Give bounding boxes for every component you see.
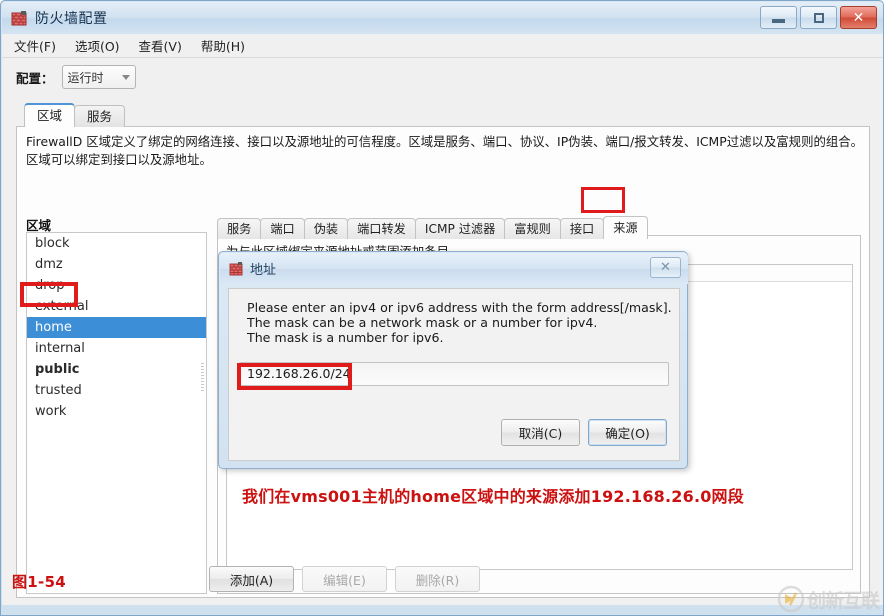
tab-interfaces[interactable]: 接口	[559, 218, 605, 239]
watermark: 创新互联	[777, 585, 880, 613]
firewall-brick-icon	[11, 10, 28, 27]
zone-item-trusted[interactable]: trusted	[27, 380, 206, 401]
zone-item-internal[interactable]: internal	[27, 338, 206, 359]
zone-detail-tab-bar: 服务 端口 伪装 端口转发 ICMP 过滤器 富规则 接口 来源	[217, 215, 648, 239]
address-input[interactable]: 192.168.26.0/24	[239, 362, 669, 386]
config-mode-select[interactable]: 运行时	[61, 65, 136, 89]
zone-item-home[interactable]: home	[27, 317, 206, 338]
dialog-body: Please enter an ipv4 or ipv6 address wit…	[228, 288, 680, 461]
config-mode-value: 运行时	[67, 70, 104, 85]
menu-view[interactable]: 查看(V)	[139, 34, 192, 57]
dialog-message: Please enter an ipv4 or ipv6 address wit…	[247, 300, 672, 345]
tab-ports[interactable]: 端口	[260, 218, 305, 239]
zone-list[interactable]: block dmz drop external home internal pu…	[26, 232, 207, 594]
address-dialog: 地址 ✕ Please enter an ipv4 or ipv6 addres…	[218, 251, 688, 469]
tab-services[interactable]: 服务	[74, 105, 126, 127]
top-tab-bar: 区域 服务	[24, 103, 126, 127]
dialog-close-button[interactable]: ✕	[650, 257, 681, 278]
figure-caption: 图1-54	[12, 573, 67, 591]
window-titlebar: 防火墙配置 ✕	[2, 2, 883, 34]
zone-item-work[interactable]: work	[27, 401, 206, 422]
watermark-logo-icon	[777, 585, 805, 613]
menu-help[interactable]: 帮助(H)	[201, 34, 255, 57]
watermark-text: 创新互联	[806, 589, 880, 612]
tab-rich-rules[interactable]: 富规则	[504, 218, 561, 239]
sources-action-buttons: 添加(A) 编辑(E) 删除(R)	[209, 566, 480, 592]
tab-port-forward[interactable]: 端口转发	[347, 218, 416, 239]
tab-masquerade[interactable]: 伪装	[303, 218, 349, 239]
cancel-button[interactable]: 取消(C)	[501, 419, 580, 446]
minimize-icon	[772, 18, 785, 23]
delete-button: 删除(R)	[395, 566, 480, 592]
zone-item-drop[interactable]: drop	[27, 275, 206, 296]
menubar: 文件(F) 选项(O) 查看(V) 帮助(H)	[2, 34, 883, 58]
zone-item-external[interactable]: external	[27, 296, 206, 317]
close-button[interactable]: ✕	[840, 6, 877, 29]
window-title: 防火墙配置	[35, 11, 108, 27]
menu-file[interactable]: 文件(F)	[14, 34, 66, 57]
tab-zones[interactable]: 区域	[24, 103, 76, 127]
firewall-config-window: 防火墙配置 ✕ 文件(F) 选项(O) 查看(V) 帮助(H) 配置： 运行时 …	[0, 0, 884, 616]
zone-item-dmz[interactable]: dmz	[27, 254, 206, 275]
config-label: 配置：	[16, 70, 54, 86]
red-annotation-note: 我们在vms001主机的home区域中的来源添加192.168.26.0网段	[242, 487, 744, 506]
close-icon: ✕	[852, 9, 865, 26]
zone-list-scrollbar[interactable]	[201, 363, 204, 393]
minimize-button[interactable]	[760, 6, 797, 29]
close-icon: ✕	[660, 260, 671, 275]
tab-sources[interactable]: 来源	[603, 216, 648, 239]
tab-services-inner[interactable]: 服务	[217, 218, 262, 239]
zone-item-block[interactable]: block	[27, 233, 206, 254]
tab-icmp-filter[interactable]: ICMP 过滤器	[414, 218, 506, 239]
dialog-buttons: 取消(C) 确定(O)	[501, 419, 667, 446]
config-row: 配置： 运行时	[2, 58, 883, 96]
add-button[interactable]: 添加(A)	[209, 566, 294, 592]
dialog-titlebar: 地址 ✕	[220, 253, 688, 284]
menu-options[interactable]: 选项(O)	[75, 34, 130, 57]
maximize-button[interactable]	[800, 6, 837, 29]
window-controls: ✕	[760, 6, 877, 29]
ok-button[interactable]: 确定(O)	[588, 419, 667, 446]
zones-description: FirewallD 区域定义了绑定的网络连接、接口以及源地址的可信程度。区域是服…	[26, 134, 864, 167]
maximize-icon	[813, 12, 824, 23]
chevron-down-icon	[121, 74, 130, 80]
edit-button: 编辑(E)	[302, 566, 387, 592]
dialog-title: 地址	[250, 263, 277, 278]
zone-item-public[interactable]: public	[27, 359, 206, 380]
firewall-brick-icon	[229, 261, 244, 276]
